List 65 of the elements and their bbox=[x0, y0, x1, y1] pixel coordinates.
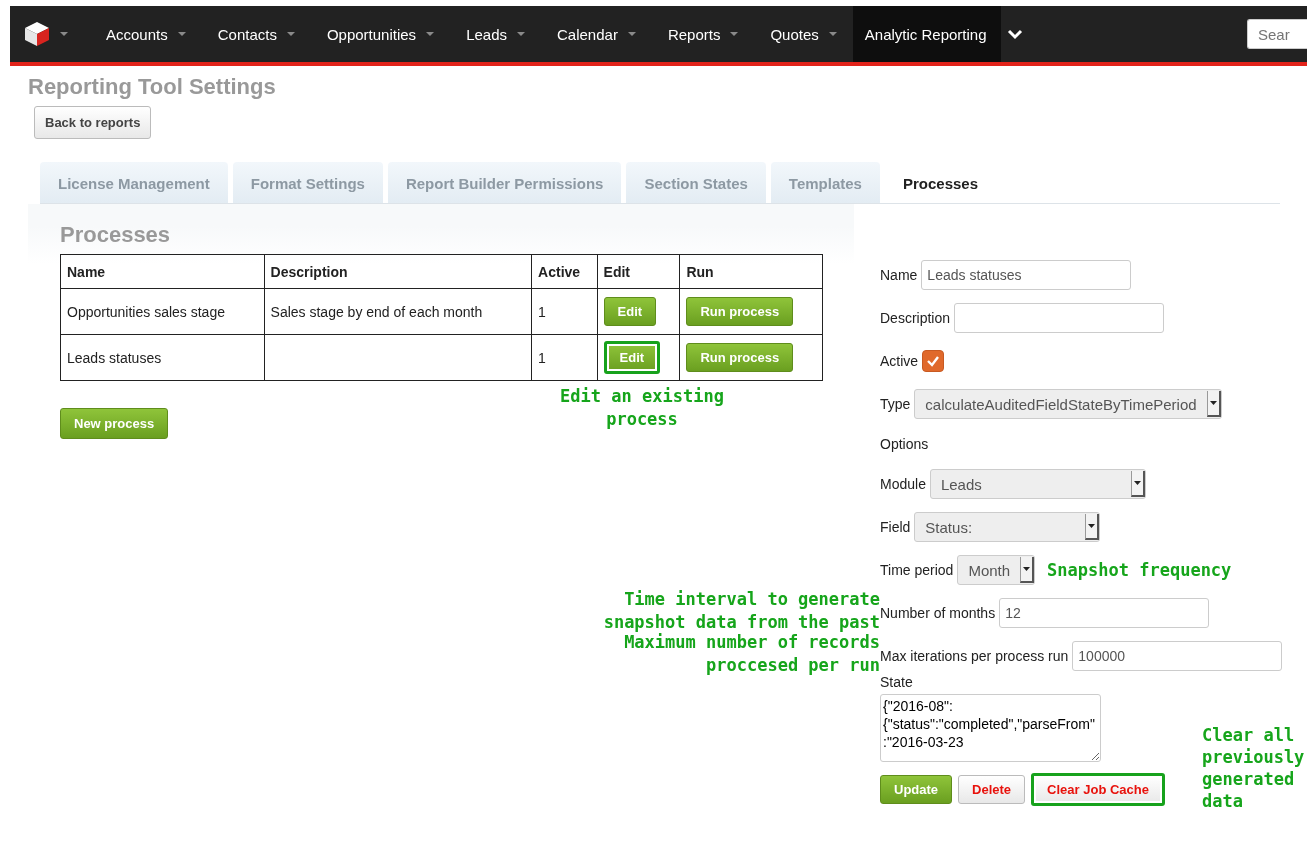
annotation-text: Edit an existing process bbox=[559, 385, 725, 431]
caret-icon bbox=[627, 32, 636, 36]
field-label: Active bbox=[880, 353, 919, 369]
caret-icon bbox=[517, 32, 525, 36]
dropdown[interactable]: Status: bbox=[914, 512, 1101, 542]
caret-icon bbox=[730, 32, 739, 36]
field-label: Module bbox=[880, 476, 926, 492]
form-button[interactable]: Clear Job Cache bbox=[1031, 773, 1165, 806]
caret-icon bbox=[828, 32, 837, 36]
field-label: Options bbox=[880, 436, 929, 452]
field-label: Time period bbox=[880, 562, 954, 578]
field-label: Description bbox=[880, 310, 951, 326]
field-label: State bbox=[880, 674, 913, 690]
field-label: Max iterations per process run bbox=[880, 648, 1069, 664]
dropdown-arrow-icon bbox=[1133, 481, 1141, 485]
field-label: Field bbox=[880, 519, 911, 535]
field-label: Name bbox=[880, 267, 918, 283]
nav-menu-item[interactable]: Leads bbox=[450, 6, 541, 62]
nav-menu-item[interactable]: Analytic Reporting bbox=[852, 6, 1001, 62]
table-cell: Sales stage by end of each month bbox=[264, 288, 532, 335]
column-header: Run bbox=[679, 254, 823, 289]
page-title: Reporting Tool Settings bbox=[28, 74, 277, 100]
caret-icon bbox=[177, 32, 186, 36]
dropdown-arrow-icon bbox=[1023, 567, 1031, 571]
annotation-text: Time interval to generate snapshot data from the past bbox=[602, 588, 880, 633]
input-field[interactable] bbox=[954, 303, 1165, 333]
nav-menu-item[interactable]: Calendar bbox=[541, 6, 652, 62]
column-header: Description bbox=[264, 254, 532, 289]
input-field[interactable]: 100000 bbox=[1072, 641, 1283, 671]
column-header: Name bbox=[60, 254, 265, 289]
caret-icon bbox=[426, 32, 435, 36]
table-cell: 1 bbox=[531, 334, 598, 381]
column-header: Edit bbox=[597, 254, 680, 289]
dropdown[interactable]: Month bbox=[957, 555, 1036, 585]
dropdown-arrow-icon bbox=[1209, 401, 1217, 405]
nav-menu-item[interactable]: Accounts bbox=[90, 6, 202, 62]
field-label: Type bbox=[880, 396, 911, 412]
checkbox[interactable] bbox=[922, 350, 945, 372]
dropdown[interactable]: Leads bbox=[929, 469, 1146, 499]
chevron-down-icon bbox=[1006, 28, 1023, 40]
caret-icon bbox=[60, 32, 68, 36]
section-title: Processes bbox=[60, 222, 172, 248]
dropdown[interactable]: calculateAuditedFieldStateByTimePeriod bbox=[914, 389, 1222, 419]
input-field[interactable]: 12 bbox=[999, 598, 1210, 628]
table-cell: Opportunities sales stage bbox=[60, 288, 265, 335]
annotation-text: Snapshot frequency bbox=[1047, 558, 1232, 582]
caret-icon bbox=[286, 32, 295, 36]
text-area[interactable]: {"2016-08": {"status":"completed","parseFrom":"2016-03-23 bbox=[880, 694, 1101, 762]
field-label: Number of months bbox=[880, 605, 996, 621]
search-field[interactable]: Sear bbox=[1247, 19, 1307, 49]
checkmark-icon bbox=[926, 355, 941, 367]
table-cell: 1 bbox=[531, 288, 598, 335]
nav-menu-item[interactable]: Quotes bbox=[754, 6, 853, 62]
annotation-text: Clear all previously generated data bbox=[1202, 724, 1306, 812]
nav-menu-item[interactable]: Reports bbox=[651, 6, 755, 62]
nav-menu-item[interactable]: Opportunities bbox=[310, 6, 451, 62]
annotation-text: Maximum number of records proccesed per run bbox=[623, 632, 880, 677]
form-button[interactable]: Delete bbox=[958, 775, 1026, 804]
nav-menu-item[interactable]: Contacts bbox=[201, 6, 311, 62]
dropdown-arrow-icon bbox=[1088, 524, 1096, 528]
input-field[interactable]: Leads statuses bbox=[921, 260, 1132, 290]
column-header: Active bbox=[531, 254, 598, 289]
back-to-reports-button[interactable]: Back to reports bbox=[34, 106, 152, 139]
cube-logo-icon bbox=[24, 21, 50, 47]
table-cell: Leads statuses bbox=[60, 334, 265, 381]
